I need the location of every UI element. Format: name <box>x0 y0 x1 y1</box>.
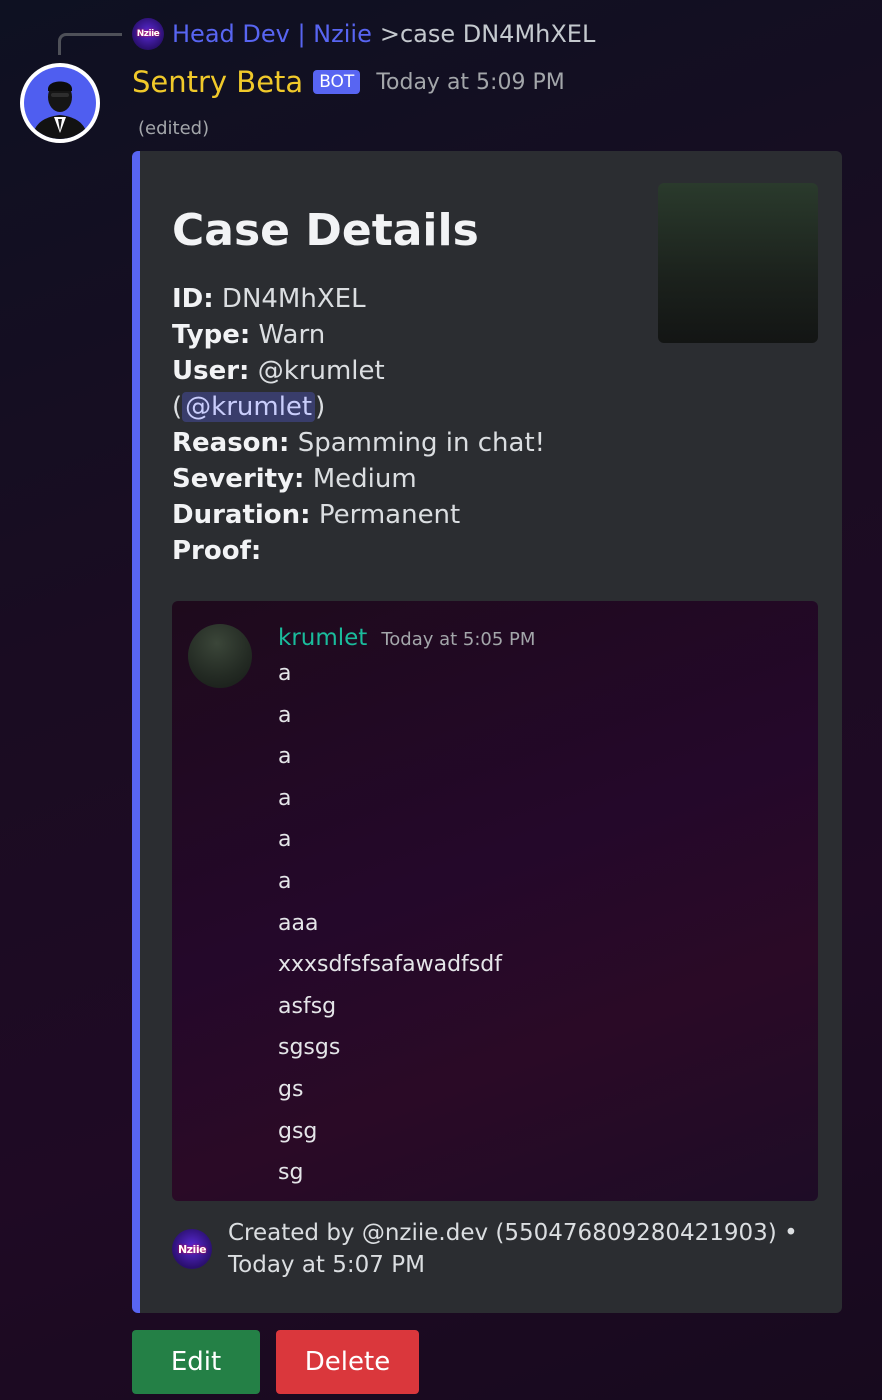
field-id: ID: DN4MhXEL <box>172 281 545 317</box>
reply-content[interactable]: >case DN4MhXEL <box>380 20 596 48</box>
field-id-value: DN4MhXEL <box>221 284 366 314</box>
field-severity-label: Severity: <box>172 464 305 494</box>
field-proof-label: Proof: <box>172 536 262 566</box>
field-duration: Duration: Permanent <box>172 497 545 533</box>
field-type-value: Warn <box>258 320 326 350</box>
field-proof: Proof: <box>172 533 545 569</box>
proof-line: a <box>278 661 292 686</box>
field-user-mention-row: (@krumlet) <box>172 389 545 425</box>
field-severity: Severity: Medium <box>172 461 545 497</box>
proof-line: a <box>278 827 292 853</box>
field-id-label: ID: <box>172 284 214 314</box>
proof-line: xxxsdfsfsafawadfsdf <box>278 952 502 978</box>
proof-user-avatar <box>188 624 252 688</box>
field-severity-value: Medium <box>312 464 417 494</box>
proof-line: gs <box>278 1076 304 1102</box>
case-embed: Case Details ID: DN4MhXEL Type: Warn Use… <box>132 151 842 1313</box>
field-user: User: @krumlet <box>172 353 545 389</box>
proof-line: a <box>278 785 292 811</box>
proof-line: a <box>278 744 292 770</box>
paren-open: ( <box>172 392 183 422</box>
proof-line: gsg <box>278 1118 318 1144</box>
nziie-logo-icon: Nziie <box>136 29 160 39</box>
message-header: Sentry Beta BOT Today at 5:09 PM <box>132 62 565 102</box>
proof-line: sgsgs <box>278 1035 341 1061</box>
proof-header: krumlet Today at 5:05 PM <box>278 625 535 651</box>
field-type: Type: Warn <box>172 317 545 353</box>
embed-thumbnail[interactable] <box>658 183 818 343</box>
proof-image[interactable]: krumlet Today at 5:05 PM a a a a a a aaa… <box>172 601 818 1201</box>
proof-line: a <box>278 868 292 894</box>
embed-fields: ID: DN4MhXEL Type: Warn User: @krumlet (… <box>172 281 545 569</box>
proof-username: krumlet <box>278 625 368 651</box>
message-timestamp[interactable]: Today at 5:09 PM <box>376 70 564 95</box>
edited-label: (edited) <box>138 118 210 139</box>
field-type-label: Type: <box>172 320 251 350</box>
field-duration-label: Duration: <box>172 500 311 530</box>
field-duration-value: Permanent <box>318 500 461 530</box>
reply-author[interactable]: Head Dev | Nziie <box>172 20 372 48</box>
user-mention[interactable]: @krumlet <box>182 392 316 422</box>
embed-title: Case Details <box>172 205 479 256</box>
reply-avatar[interactable]: Nziie <box>132 18 164 50</box>
bot-tag: BOT <box>313 70 361 94</box>
nziie-logo-icon: Nziie <box>177 1242 207 1256</box>
edit-button[interactable]: Edit <box>132 1330 260 1394</box>
proof-line: sg <box>278 1160 304 1186</box>
field-reason-value: Spamming in chat! <box>297 428 546 458</box>
proof-line: a <box>278 702 292 728</box>
field-reason: Reason: Spamming in chat! <box>172 425 545 461</box>
reply-spine <box>58 33 122 55</box>
delete-button[interactable]: Delete <box>276 1330 419 1394</box>
paren-close: ) <box>315 392 326 422</box>
proof-timestamp: Today at 5:05 PM <box>381 629 536 650</box>
bot-username[interactable]: Sentry Beta <box>132 65 303 99</box>
field-user-value: @krumlet <box>257 356 385 386</box>
suited-man-avatar-icon <box>32 81 88 139</box>
reply-reference[interactable]: Nziie Head Dev | Nziie >case DN4MhXEL <box>132 18 595 50</box>
field-reason-label: Reason: <box>172 428 290 458</box>
bot-avatar[interactable] <box>20 63 100 143</box>
embed-footer-text: Created by @nziie.dev (55047680928042190… <box>228 1220 798 1278</box>
field-user-label: User: <box>172 356 250 386</box>
proof-line: aaa <box>278 910 319 936</box>
proof-line: asfsg <box>278 993 337 1019</box>
proof-message-lines: a a a a a a aaa xxxsdfsfsafawadfsdf asfs… <box>278 659 502 1200</box>
footer-avatar: Nziie <box>172 1229 212 1269</box>
